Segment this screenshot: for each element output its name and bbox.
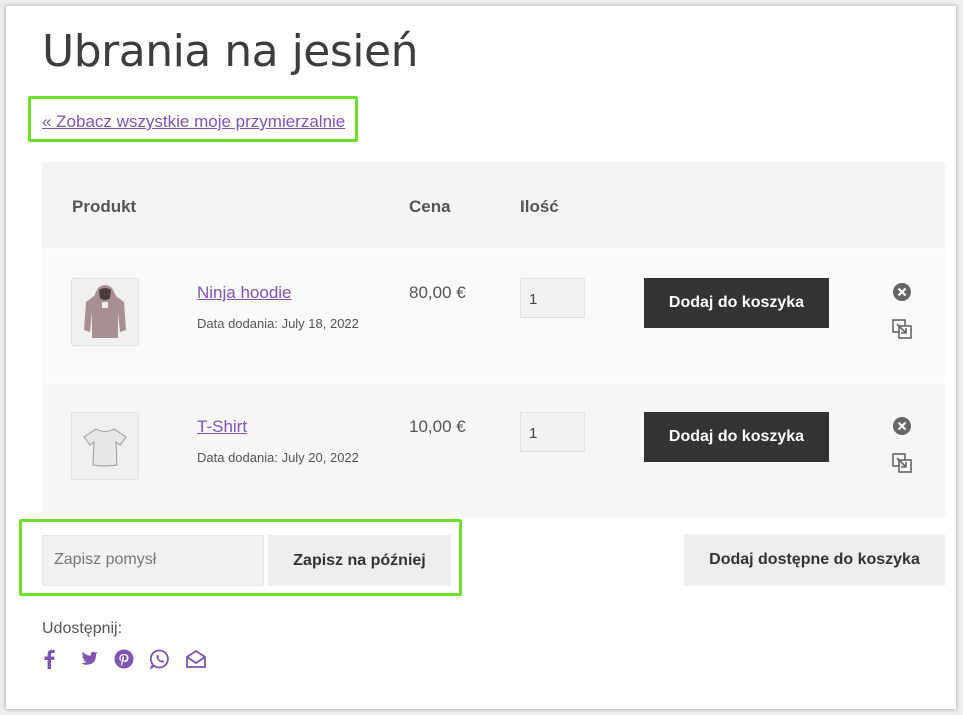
product-thumbnail[interactable]: [71, 412, 139, 480]
remove-icon[interactable]: [893, 417, 911, 435]
table-row: Ninja hoodie Data dodania: July 18, 2022…: [42, 249, 945, 383]
quantity-input[interactable]: 1: [520, 278, 585, 318]
product-name-link[interactable]: T-Shirt: [197, 417, 247, 437]
product-name-link[interactable]: Ninja hoodie: [197, 283, 292, 303]
pinterest-icon[interactable]: [114, 647, 150, 671]
email-icon[interactable]: [186, 647, 222, 671]
quantity-input[interactable]: 1: [520, 412, 585, 452]
share-label: Udostępnij:: [42, 620, 123, 637]
remove-icon[interactable]: [893, 283, 911, 301]
facebook-icon[interactable]: [42, 647, 78, 671]
product-thumbnail[interactable]: [71, 278, 139, 346]
hoodie-icon: [84, 285, 126, 338]
add-available-to-cart-button[interactable]: Dodaj dostępne do koszyka: [684, 534, 945, 586]
back-to-wishlists-link[interactable]: « Zobacz wszystkie moje przymierzalnie: [42, 112, 345, 132]
table-row: T-Shirt Data dodania: July 20, 2022 10,0…: [42, 383, 945, 517]
add-to-cart-button[interactable]: Dodaj do koszyka: [644, 412, 829, 462]
header-quantity: Ilość: [520, 197, 559, 216]
header-product: Produkt: [72, 197, 137, 216]
whatsapp-icon[interactable]: [150, 647, 186, 671]
product-date-added: Data dodania: July 18, 2022: [197, 316, 359, 331]
add-to-cart-button[interactable]: Dodaj do koszyka: [644, 278, 829, 328]
product-price: 10,00 €: [409, 417, 466, 436]
twitter-icon[interactable]: [78, 647, 114, 671]
save-for-later-button[interactable]: Zapisz na później: [268, 535, 451, 586]
share-icons: [42, 647, 222, 671]
page-title: Ubrania na jesień: [42, 26, 418, 77]
move-icon[interactable]: [892, 453, 912, 473]
tshirt-icon: [83, 428, 127, 467]
move-icon[interactable]: [892, 319, 912, 339]
product-date-added: Data dodania: July 20, 2022: [197, 450, 359, 465]
table-header: Produkt Cena Ilość: [42, 162, 945, 249]
wishlist-table: Produkt Cena Ilość Ninja hoodie Data dod…: [42, 162, 945, 517]
product-price: 80,00 €: [409, 283, 466, 302]
idea-input[interactable]: Zapisz pomysł: [42, 535, 264, 586]
header-price: Cena: [409, 197, 451, 216]
